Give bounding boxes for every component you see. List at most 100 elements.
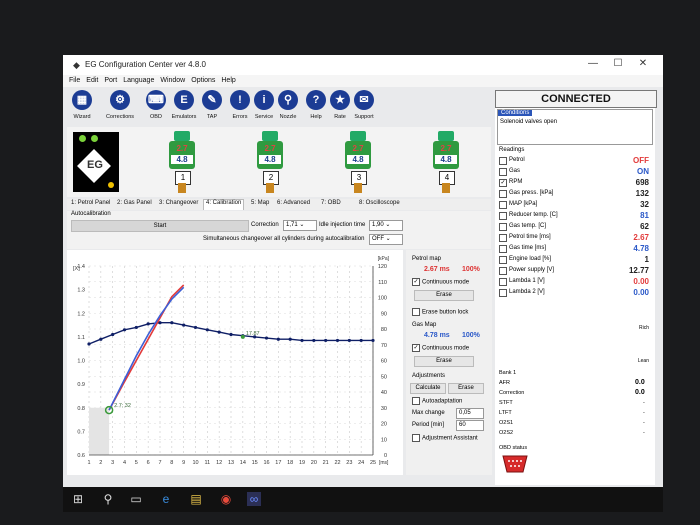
x-tick-label: 25 [370,460,376,466]
task-view-icon[interactable]: ▭ [129,492,143,506]
tab-oscilloscope[interactable]: 8: Oscilloscope [357,200,402,210]
connection-status: CONNECTED [495,90,657,108]
reading-checkbox[interactable] [499,278,507,286]
gas-erase-button[interactable]: Erase [414,356,474,367]
calibration-chart[interactable]: 1 2 3 4 5 6 7 8 9 10 11 12 13 14 15 16 17 18 19 20 21 22 23 24 2… [67,250,403,475]
stft-label: STFT [499,400,513,406]
reading-name: Gas temp. [C] [509,223,547,229]
tab-map[interactable]: 5: Map [249,200,271,210]
obd-status-label: OBD status [499,445,528,451]
wizard-button[interactable]: ▦ Wizard [67,88,97,126]
eg-logo: EG [73,132,119,192]
minimize-button[interactable]: — [585,58,601,69]
support-button[interactable]: ✉ Support [349,88,379,126]
close-button[interactable]: ✕ [635,58,651,69]
tab-advanced[interactable]: 6: Advanced [275,200,312,210]
menu-help[interactable]: Help [221,77,235,84]
reading-checkbox[interactable] [499,267,507,275]
x-unit-label: [ms] [379,460,389,466]
map-controls-panel: Petrol map 2.67 ms 100% ✓ Continuous mode… [406,250,492,475]
calculate-button[interactable]: Calculate [410,383,446,394]
correction-select[interactable]: 1,71 ⌄ [283,220,317,231]
status-led-green-1 [79,135,86,142]
y-right-unit-label: [kPa] [378,256,390,262]
menu-window[interactable]: Window [160,77,185,84]
emulators-button[interactable]: E Emulators [169,88,199,126]
tab-petrol-panel[interactable]: 1: Petrol Panel [69,200,112,210]
reading-row[interactable]: MAP [kPa] 32 [499,200,651,209]
tab-gas-panel[interactable]: 2: Gas Panel [115,200,154,210]
menu-port[interactable]: Port [104,77,117,84]
menu-edit[interactable]: Edit [86,77,98,84]
reading-row[interactable]: Lambda 2 [V] 0.00 [499,288,651,297]
reading-checkbox[interactable] [499,190,507,198]
series-point [276,337,280,341]
reading-row[interactable]: Engine load [%] 1 [499,255,651,264]
reading-value: 4.78 [633,244,649,253]
eg-app-taskbar-icon[interactable]: ∞ [247,492,261,506]
menu-language[interactable]: Language [123,77,154,84]
y-right-tick-label: 70 [381,343,387,349]
reading-checkbox[interactable]: ✓ [499,179,507,187]
tab-changeover[interactable]: 3: Changeover [157,200,200,210]
menu-file[interactable]: File [69,77,80,84]
file-explorer-icon[interactable]: ▤ [189,492,203,506]
maximize-button[interactable]: ☐ [610,58,626,69]
reading-row[interactable]: Petrol time [ms] 2.67 [499,233,651,242]
gas-continuous-checkbox[interactable]: ✓ Continuous mode [412,344,469,352]
idle-injection-select[interactable]: 1,90 ⌄ [369,220,403,231]
reading-row[interactable]: Petrol OFF [499,156,651,165]
corrections-button[interactable]: ⚙ Corrections [105,88,135,126]
reading-row[interactable]: Gas time [ms] 4.78 [499,244,651,253]
edge-browser-icon[interactable]: e [159,492,173,506]
reading-row[interactable]: Gas temp. [C] 62 [499,222,651,231]
period-select[interactable]: 60 [456,420,484,431]
reading-checkbox[interactable] [499,289,507,297]
petrol-erase-button[interactable]: Erase [414,290,474,301]
y-right-tick-label: 0 [384,453,387,459]
reading-checkbox[interactable] [499,245,507,253]
reading-row[interactable]: Power supply [V] 12.77 [499,266,651,275]
reading-checkbox[interactable] [499,256,507,264]
y-right-tick-label: 120 [378,264,387,270]
reading-checkbox[interactable] [499,168,507,176]
reading-row[interactable]: Reducer temp. [C] 81 [499,211,651,220]
gear-icon: ⚙ [110,90,130,110]
autoadaptation-checkbox[interactable]: Autoadaptation [412,397,462,405]
conditions-label: Conditions [498,110,533,116]
adjustment-assistant-checkbox[interactable]: Adjustment Assistant [412,434,478,442]
reading-checkbox[interactable] [499,201,507,209]
tab-obd[interactable]: 7: OBD [319,200,343,210]
reading-checkbox[interactable] [499,157,507,165]
reading-checkbox[interactable] [499,234,507,242]
petrol-continuous-checkbox[interactable]: ✓ Continuous mode [412,278,469,286]
adjust-erase-button[interactable]: Erase [448,383,484,394]
max-change-select[interactable]: 0,05 [456,408,484,419]
reading-row[interactable]: Lambda 1 [V] 0.00 [499,277,651,286]
reading-checkbox[interactable] [499,212,507,220]
series-point [99,337,103,341]
tap-button[interactable]: ✎ TAP [197,88,227,126]
reading-value: 0.00 [633,288,649,297]
obd-button[interactable]: ⌨ OBD [141,88,171,126]
menu-options[interactable]: Options [191,77,215,84]
start-button[interactable]: Start [71,220,249,232]
erase-lock-checkbox[interactable]: Erase button lock [412,308,468,316]
app-window: ◆ EG Configuration Center ver 4.8.0 — ☐ … [63,55,663,487]
windows-start-icon[interactable]: ⊞ [71,492,85,506]
reading-row[interactable]: ✓ RPM 698 [499,178,651,187]
reading-value: 2.67 [633,233,649,242]
reading-checkbox[interactable] [499,223,507,231]
reading-row[interactable]: Gas press. [kPa] 132 [499,189,651,198]
chevron-down-icon: ⌄ [385,236,391,242]
injector-1: 2.7 4.8 1 [169,131,195,193]
y-left-unit-label: [X] [73,266,80,272]
reading-row[interactable]: Gas ON [499,167,651,176]
nozzle-button[interactable]: ⚲ Nozzle [273,88,303,126]
chrome-icon[interactable]: ◉ [219,492,233,506]
tab-calibration[interactable]: 4: Calibration [203,199,245,210]
search-icon[interactable]: ⚲ [101,492,115,506]
support-icon: ✉ [354,90,374,110]
e-icon: E [174,90,194,110]
simultaneous-select[interactable]: OFF ⌄ [369,234,403,245]
